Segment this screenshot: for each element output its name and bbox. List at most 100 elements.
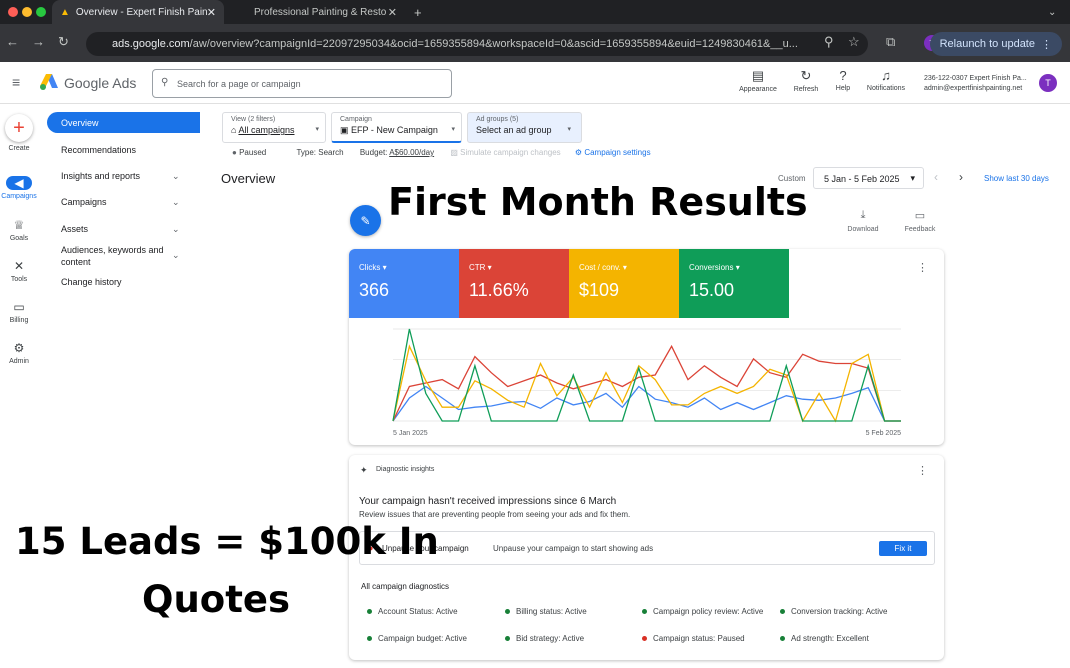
fix-it-button[interactable]: Fix it: [879, 541, 927, 556]
chevron-down-icon[interactable]: ⌄: [172, 197, 182, 208]
diag-item-label: Ad strength: Excellent: [791, 634, 869, 643]
diag-item: Ad strength: Excellent: [780, 634, 869, 643]
menu-item-insights[interactable]: Insights and reports: [61, 171, 140, 181]
hamburger-menu-icon[interactable]: ≡: [12, 74, 20, 90]
dropdown-arrow-icon: ▾: [451, 126, 455, 133]
unpause-action-row: ● Unpause your campaign Unpause your cam…: [359, 531, 935, 565]
tab-search-icon[interactable]: ⌄: [1048, 0, 1056, 24]
show-last-30-days-link[interactable]: Show last 30 days: [984, 174, 1049, 183]
download-button[interactable]: ⤓ Download: [840, 209, 886, 233]
diag-item-label: Campaign budget: Active: [378, 634, 467, 643]
menu-item-change-history[interactable]: Change history: [61, 277, 122, 287]
forward-icon[interactable]: →: [32, 34, 45, 49]
search-input[interactable]: ⚲ Search for a page or campaign: [152, 69, 452, 98]
create-label: Create: [8, 145, 30, 152]
action-text: Unpause your campaign to start showing a…: [493, 544, 654, 553]
diag-item: Conversion tracking: Active: [780, 607, 888, 616]
billing-label: Billing: [9, 317, 29, 324]
adgroups-filter[interactable]: Ad groups (5) Select an ad group ▾: [467, 112, 582, 143]
rail-item-admin[interactable]: ⚙ Admin: [0, 341, 38, 365]
appearance-label: Appearance: [739, 86, 777, 93]
menu-item-recommendations[interactable]: Recommendations: [61, 145, 136, 155]
overlay-heading: First Month Results: [388, 180, 808, 224]
goals-label: Goals: [9, 235, 29, 242]
rail-item-billing[interactable]: ▭ Billing: [0, 300, 38, 324]
metric-card-cost-per-conv[interactable]: Cost / conv. ▾ $109: [569, 249, 679, 318]
account-info[interactable]: 236-122-0307 Expert Finish Pa... admin@e…: [924, 74, 1027, 94]
close-window-icon[interactable]: [8, 7, 18, 17]
bookmark-star-icon[interactable]: ☆: [848, 34, 860, 50]
minimize-window-icon[interactable]: [22, 7, 32, 17]
edit-pencil-button[interactable]: ✎: [350, 205, 381, 236]
tools-label: Tools: [10, 276, 28, 283]
menu-item-audiences[interactable]: Audiences, keywords and content: [61, 244, 171, 268]
download-label: Download: [847, 226, 879, 233]
avatar[interactable]: T: [1039, 74, 1057, 92]
bell-icon: ♫: [881, 68, 891, 83]
budget-value[interactable]: A$60.00/day: [389, 148, 434, 157]
create-button[interactable]: + Create: [0, 114, 38, 152]
diagnostics-headline: Your campaign hasn't received impression…: [359, 496, 617, 507]
reload-icon[interactable]: ↻: [58, 34, 69, 50]
status-dot: [642, 636, 647, 642]
appearance-button[interactable]: ▤ Appearance: [738, 68, 778, 93]
menu-item-campaigns[interactable]: Campaigns: [61, 197, 107, 207]
status-dot: [367, 636, 372, 642]
metric-card-ctr[interactable]: CTR ▾ 11.66%: [459, 249, 569, 318]
view-filter[interactable]: View (2 filters) ⌂ All campaigns ▾: [222, 112, 326, 143]
more-vert-icon[interactable]: ⋮: [917, 464, 928, 477]
rail-item-campaigns[interactable]: ◀ Campaigns: [0, 176, 38, 200]
campaign-settings-link[interactable]: Campaign settings: [584, 148, 650, 157]
date-range-picker[interactable]: 5 Jan - 5 Feb 2025 ▾: [813, 167, 924, 189]
browser-tab-active[interactable]: ▲ Overview - Expert Finish Pain ✕: [52, 0, 224, 24]
simulate-link[interactable]: Simulate campaign changes: [460, 148, 561, 157]
chevron-down-icon[interactable]: ⌄: [172, 171, 182, 182]
rail-item-goals[interactable]: ♕ Goals: [0, 218, 38, 242]
extensions-icon[interactable]: ⧉: [886, 34, 895, 50]
refresh-button[interactable]: ↻ Refresh: [786, 68, 826, 93]
refresh-label: Refresh: [793, 86, 819, 93]
menu-item-overview[interactable]: Overview: [47, 112, 225, 133]
relaunch-button[interactable]: Relaunch to update ⋮: [929, 32, 1062, 56]
help-button[interactable]: ? Help: [823, 68, 863, 92]
tab-title: Overview - Expert Finish Pain: [75, 6, 208, 18]
url-path: /aw/overview?campaignId=22097295034&ocid…: [189, 38, 798, 50]
close-tab-icon[interactable]: ✕: [207, 6, 216, 19]
back-icon[interactable]: ←: [6, 34, 19, 49]
metric-card-clicks[interactable]: Clicks ▾ 366: [349, 249, 459, 318]
new-tab-icon[interactable]: +: [414, 0, 422, 24]
metric-value: 366: [359, 280, 390, 300]
campaigns-icon: ◀: [6, 176, 32, 190]
maximize-window-icon[interactable]: [36, 7, 46, 17]
campaign-filter[interactable]: Campaign ▣ EFP - New Campaign ▾: [331, 112, 462, 143]
billing-icon: ▭: [13, 300, 25, 314]
view-filter-label: View (2 filters): [231, 116, 276, 123]
feedback-button[interactable]: ▭ Feedback: [897, 209, 943, 233]
next-date-icon[interactable]: ›: [959, 170, 963, 184]
search-campaign-icon: ▣: [340, 125, 352, 135]
view-filter-value: All campaigns: [238, 125, 295, 135]
metric-value: 11.66%: [469, 280, 529, 300]
page-title: Overview: [221, 171, 276, 186]
chevron-down-icon[interactable]: ⌄: [172, 250, 182, 261]
status-paused: Paused: [239, 148, 267, 157]
rail-item-tools[interactable]: ✕ Tools: [0, 259, 38, 283]
feedback-icon: ▭: [914, 210, 926, 222]
browser-tab-inactive[interactable]: Professional Painting & Resto ✕: [240, 0, 405, 24]
feedback-label: Feedback: [904, 226, 936, 233]
appearance-icon: ▤: [751, 68, 765, 83]
chevron-down-icon[interactable]: ⌄: [172, 224, 182, 235]
more-vert-icon[interactable]: ⋮: [917, 261, 928, 274]
notifications-button[interactable]: ♫ Notifications: [864, 68, 908, 92]
prev-date-icon[interactable]: ‹: [934, 170, 938, 184]
metric-card-conversions[interactable]: Conversions ▾ 15.00: [679, 249, 789, 318]
account-email: admin@expertfinishpainting.net: [924, 85, 1023, 92]
x-tick-end: 5 Feb 2025: [866, 430, 902, 437]
close-tab-icon[interactable]: ✕: [388, 6, 397, 19]
search-icon: ⚲: [161, 77, 169, 88]
address-bar[interactable]: ads.google.com/aw/overview?campaignId=22…: [86, 32, 868, 56]
menu-item-assets[interactable]: Assets: [61, 224, 88, 234]
status-dot: [367, 609, 372, 615]
zoom-icon[interactable]: ⚲: [824, 34, 834, 50]
overlay-leads-line2: Quotes: [142, 578, 291, 621]
